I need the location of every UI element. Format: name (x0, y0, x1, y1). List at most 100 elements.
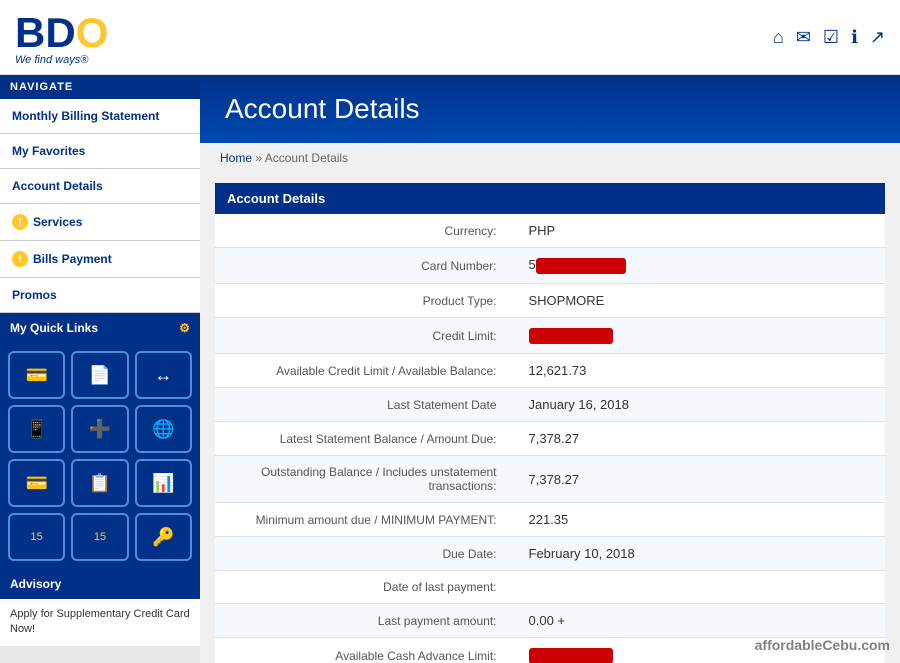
ql-icon-6: 🌐 (152, 419, 174, 440)
row-minimum-payment: Minimum amount due / MINIMUM PAYMENT: 22… (215, 503, 885, 537)
check-icon[interactable]: ☑ (823, 27, 839, 48)
gear-icon[interactable]: ⚙ (179, 321, 190, 335)
ql-btn-6[interactable]: 🌐 (135, 405, 192, 453)
ql-icon-7: 💳 (25, 473, 47, 494)
logo-b: B (15, 9, 45, 57)
watermark: affordableCebu.com (755, 637, 890, 653)
breadcrumb-home[interactable]: Home (220, 151, 252, 165)
cash-advance-redacted (529, 648, 613, 663)
ql-btn-10[interactable]: 15 (8, 513, 65, 561)
label-card-number: Card Number: (215, 248, 517, 284)
value-last-payment-date (517, 571, 886, 604)
logo-tagline: We find ways® (15, 54, 108, 66)
label-last-payment-date: Date of last payment: (215, 571, 517, 604)
row-card-number: Card Number: 5 (215, 248, 885, 284)
quick-links-header: My Quick Links ⚙ (0, 313, 200, 343)
value-currency: PHP (517, 214, 886, 248)
bills-label: Bills Payment (33, 252, 112, 266)
main-content: Account Details Home » Account Details A… (200, 75, 900, 663)
sidebar-item-account-details[interactable]: Account Details (0, 169, 200, 204)
ql-btn-3[interactable]: ↔ (135, 351, 192, 399)
ql-icon-9: 📊 (152, 473, 174, 494)
row-latest-balance: Latest Statement Balance / Amount Due: 7… (215, 422, 885, 456)
advisory-content: Apply for Supplementary Credit Card Now! (0, 599, 200, 646)
sidebar-item-bills-payment[interactable]: ! Bills Payment (0, 241, 200, 278)
label-product-type: Product Type: (215, 284, 517, 318)
ql-btn-4[interactable]: 📱 (8, 405, 65, 453)
ql-icon-5: ➕ (89, 419, 111, 440)
ql-icon-3: ↔ (154, 365, 172, 386)
value-due-date: February 10, 2018 (517, 537, 886, 571)
row-last-statement-date: Last Statement Date January 16, 2018 (215, 388, 885, 422)
value-latest-balance: 7,378.27 (517, 422, 886, 456)
ql-icon-1: 💳 (25, 365, 47, 386)
row-credit-limit: Credit Limit: (215, 318, 885, 354)
ql-icon-2: 📄 (89, 365, 111, 386)
sidebar: NAVIGATE Monthly Billing Statement My Fa… (0, 75, 200, 663)
breadcrumb-current: Account Details (265, 151, 348, 165)
sidebar-item-favorites[interactable]: My Favorites (0, 134, 200, 169)
label-available-credit: Available Credit Limit / Available Balan… (215, 354, 517, 388)
section-header: Account Details (215, 183, 885, 214)
quick-links-label: My Quick Links (10, 321, 98, 335)
info-icon[interactable]: ℹ (851, 27, 858, 48)
row-due-date: Due Date: February 10, 2018 (215, 537, 885, 571)
label-credit-limit: Credit Limit: (215, 318, 517, 354)
details-table: Currency: PHP Card Number: 5 Product Typ… (215, 214, 885, 663)
row-available-credit: Available Credit Limit / Available Balan… (215, 354, 885, 388)
ql-btn-1[interactable]: 💳 (8, 351, 65, 399)
ql-btn-8[interactable]: 📋 (71, 459, 128, 507)
breadcrumb-separator: » (255, 151, 262, 165)
ql-btn-5[interactable]: ➕ (71, 405, 128, 453)
sidebar-item-services[interactable]: ! Services (0, 204, 200, 241)
ql-btn-12[interactable]: 🔑 (135, 513, 192, 561)
header-icons: ⌂ ✉ ☑ ℹ ↗ (773, 27, 885, 48)
row-last-payment-date: Date of last payment: (215, 571, 885, 604)
ql-icon-4: 📱 (25, 419, 47, 440)
label-cash-advance: Available Cash Advance Limit: (215, 638, 517, 663)
logo-o: O (76, 9, 109, 57)
card-redacted (536, 258, 627, 274)
label-due-date: Due Date: (215, 537, 517, 571)
logo-area: B D O We find ways® (15, 9, 108, 66)
value-available-credit: 12,621.73 (517, 354, 886, 388)
share-icon[interactable]: ↗ (870, 27, 885, 48)
row-currency: Currency: PHP (215, 214, 885, 248)
ql-icon-12: 🔑 (152, 527, 174, 548)
ql-icon-8: 📋 (89, 473, 111, 494)
label-currency: Currency: (215, 214, 517, 248)
label-outstanding-balance: Outstanding Balance / Includes unstateme… (215, 456, 517, 503)
mail-icon[interactable]: ✉ (796, 27, 811, 48)
label-latest-balance: Latest Statement Balance / Amount Due: (215, 422, 517, 456)
navigate-label: NAVIGATE (0, 75, 200, 99)
bills-icon: ! (12, 251, 28, 267)
home-icon[interactable]: ⌂ (773, 27, 784, 48)
main-layout: NAVIGATE Monthly Billing Statement My Fa… (0, 75, 900, 663)
logo-d: D (45, 9, 75, 57)
sidebar-item-monthly-billing[interactable]: Monthly Billing Statement (0, 99, 200, 134)
row-outstanding-balance: Outstanding Balance / Includes unstateme… (215, 456, 885, 503)
page-title: Account Details (225, 93, 875, 125)
advisory-header: Advisory (0, 569, 200, 599)
label-minimum-payment: Minimum amount due / MINIMUM PAYMENT: (215, 503, 517, 537)
label-last-statement-date: Last Statement Date (215, 388, 517, 422)
page-header: B D O We find ways® ⌂ ✉ ☑ ℹ ↗ (0, 0, 900, 75)
content-area: Account Details Currency: PHP Card Numbe… (200, 173, 900, 663)
ql-btn-9[interactable]: 📊 (135, 459, 192, 507)
ql-btn-2[interactable]: 📄 (71, 351, 128, 399)
value-product-type: SHOPMORE (517, 284, 886, 318)
value-outstanding-balance: 7,378.27 (517, 456, 886, 503)
ql-btn-7[interactable]: 💳 (8, 459, 65, 507)
credit-redacted (529, 328, 613, 344)
quick-links-grid: 💳 📄 ↔ 📱 ➕ 🌐 💳 📋 📊 15 15 🔑 (0, 343, 200, 569)
services-icon: ! (12, 214, 28, 230)
label-last-payment-amount: Last payment amount: (215, 604, 517, 638)
page-title-bar: Account Details (200, 75, 900, 143)
row-product-type: Product Type: SHOPMORE (215, 284, 885, 318)
bdo-logo: B D O (15, 9, 108, 57)
value-last-statement-date: January 16, 2018 (517, 388, 886, 422)
value-card-number: 5 (517, 248, 886, 284)
sidebar-item-promos[interactable]: Promos (0, 278, 200, 313)
breadcrumb: Home » Account Details (200, 143, 900, 173)
ql-btn-11[interactable]: 15 (71, 513, 128, 561)
